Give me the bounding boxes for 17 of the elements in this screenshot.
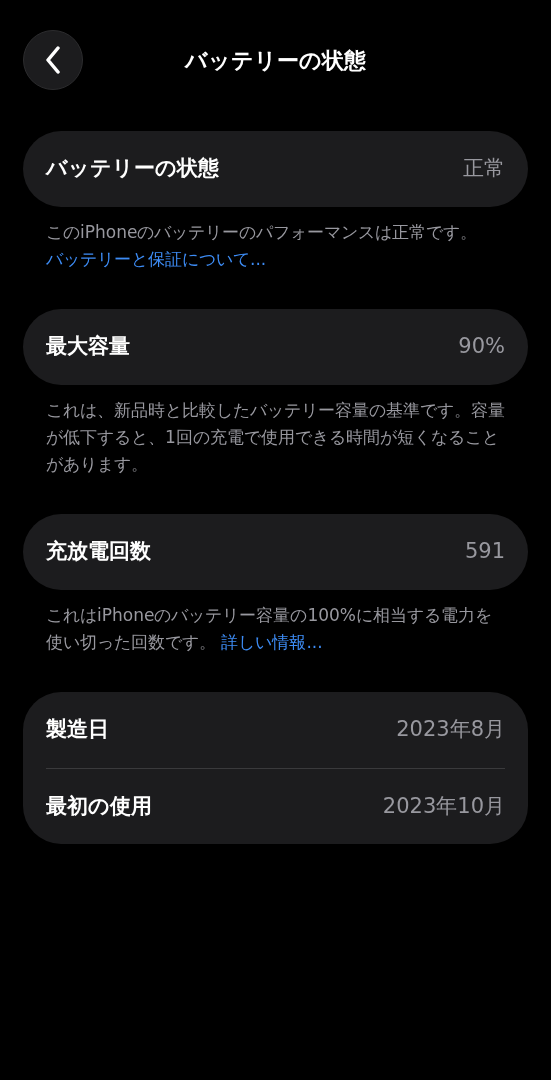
footer-note: これは、新品時と比較したバッテリー容量の基準です。容量が低下すると、1回の充電で使用できる時間が短くなることがあります。	[45, 399, 506, 476]
page-title: バッテリーの状態	[185, 46, 366, 75]
row-label: 最大容量	[46, 333, 130, 361]
footer-note: これはiPhoneのバッテリー容量の100%に相当する電力を使い切った回数です。 詳しい情報...	[45, 604, 493, 654]
info-link[interactable]: バッテリーと保証について...	[46, 249, 267, 269]
row-label: 充放電回数	[46, 538, 151, 566]
row-value: 90%	[458, 333, 505, 361]
row-label: 製造日	[46, 716, 109, 744]
row-label: 最初の使用	[46, 792, 152, 820]
row-value: 正常	[463, 155, 505, 183]
row-value: 2023年10月	[382, 792, 505, 820]
row-value: 2023年8月	[396, 716, 505, 744]
row-value: 591	[464, 538, 505, 566]
footer-note: このiPhoneのバッテリーのパフォーマンスは正常です。 バッテリーと保証について...	[45, 221, 479, 271]
row-label: バッテリーの状態	[46, 155, 219, 183]
back-icon	[45, 46, 61, 74]
info-link[interactable]: 詳しい情報...	[221, 632, 323, 652]
